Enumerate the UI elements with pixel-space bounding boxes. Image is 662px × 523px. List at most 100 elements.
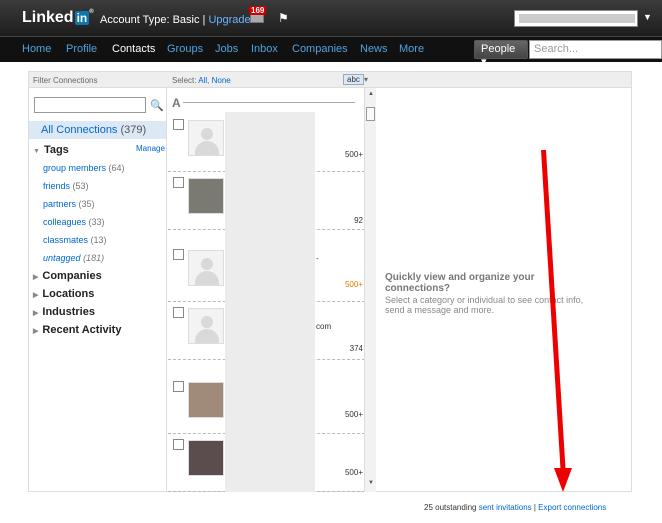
search-icon[interactable]: 🔍 <box>150 99 164 112</box>
connections-panel: Filter Connections Select: All, None abc… <box>28 71 632 492</box>
redacted-names-column <box>225 112 315 492</box>
nav-companies[interactable]: Companies <box>292 43 348 55</box>
tag-item[interactable]: friends (53) <box>43 181 89 191</box>
export-connections-link[interactable]: Export connections <box>538 503 606 512</box>
section-companies[interactable]: ▶ Companies <box>33 270 102 282</box>
triangle-down-icon: ▼ <box>33 148 40 155</box>
logo-in: in <box>74 11 90 25</box>
manage-tags-link[interactable]: Manage <box>136 144 165 153</box>
filter-input[interactable] <box>34 97 146 113</box>
tag-name: colleagues <box>43 217 87 227</box>
tag-item[interactable]: group members (64) <box>43 163 125 173</box>
scroll-down-icon[interactable]: ▼ <box>368 480 374 486</box>
avatar-body <box>195 329 219 343</box>
select-none-link[interactable]: None <box>212 76 231 85</box>
scrollbar-thumb[interactable] <box>366 107 375 121</box>
connection-count: 374 <box>349 344 363 353</box>
main-nav: Home Profile Contacts Groups Jobs Inbox … <box>0 36 662 68</box>
top-bar: Linked in ® Account Type: Basic | Upgrade … <box>0 0 662 36</box>
logo-text: Linked <box>22 9 74 26</box>
connection-count: 500+ <box>344 280 363 289</box>
detail-title: Quickly view and organize your connectio… <box>385 272 535 294</box>
triangle-right-icon: ▶ <box>33 292 39 299</box>
avatar-head <box>201 258 213 270</box>
avatar-body <box>195 271 219 285</box>
tag-name: classmates <box>43 235 89 245</box>
letter-divider <box>183 102 355 103</box>
all-connections-item[interactable]: All Connections (379) <box>29 121 166 139</box>
tag-count: (33) <box>88 217 105 227</box>
sort-chevron-icon[interactable]: ▾ <box>364 75 368 84</box>
chevron-down-icon[interactable]: ▼ <box>643 12 652 22</box>
avatar[interactable] <box>188 250 224 286</box>
annotation-arrow-head <box>554 468 572 492</box>
tag-item[interactable]: partners (35) <box>43 199 95 209</box>
select-checkbox[interactable] <box>173 177 184 188</box>
scroll-up-icon[interactable]: ▲ <box>368 91 374 97</box>
tags-toggle[interactable]: ▼ Tags <box>33 144 69 156</box>
select-checkbox[interactable] <box>173 381 184 392</box>
flag-icon[interactable]: ⚑ <box>278 11 289 25</box>
inbox-badge: 169 <box>249 6 267 15</box>
nav-news[interactable]: News <box>360 43 388 55</box>
tag-item[interactable]: classmates (13) <box>43 235 107 245</box>
upgrade-link[interactable]: Upgrade <box>208 14 250 26</box>
connection-count: 500+ <box>344 410 363 419</box>
panel-header: Filter Connections Select: All, None abc… <box>29 72 631 88</box>
all-connections-count: (379) <box>120 124 147 136</box>
connection-count: 92 <box>354 216 363 225</box>
connections-list: A 500+ 92 - 500+ com 374 500+ 500+ ▲ ▼ <box>168 88 377 492</box>
sort-abc-button[interactable]: abc <box>343 74 364 85</box>
tag-name: partners <box>43 199 77 209</box>
avatar[interactable] <box>188 440 224 476</box>
nav-inbox[interactable]: Inbox <box>251 43 278 55</box>
tag-name: friends <box>43 181 71 191</box>
nav-profile[interactable]: Profile <box>66 43 97 55</box>
tags-label: Tags <box>43 144 69 156</box>
triangle-right-icon: ▶ <box>33 310 39 317</box>
nav-home[interactable]: Home <box>22 43 51 55</box>
tag-count: (53) <box>72 181 89 191</box>
select-checkbox[interactable] <box>173 307 184 318</box>
tag-count: (35) <box>78 199 95 209</box>
detail-pane: Quickly view and organize your connectio… <box>379 88 631 492</box>
all-connections-label: All Connections <box>41 124 118 136</box>
tag-count: (181) <box>83 253 105 263</box>
section-industries[interactable]: ▶ Industries <box>33 306 95 318</box>
avatar[interactable] <box>188 178 224 214</box>
avatar[interactable] <box>188 308 224 344</box>
tag-name: group members <box>43 163 107 173</box>
select-checkbox[interactable] <box>173 119 184 130</box>
select-label: Select: <box>172 76 199 85</box>
section-locations[interactable]: ▶ Locations <box>33 288 94 300</box>
user-menu-field[interactable] <box>514 10 638 27</box>
avatar-head <box>201 128 213 140</box>
tag-count: (64) <box>108 163 125 173</box>
nav-jobs[interactable]: Jobs <box>215 43 238 55</box>
sent-invitations-link[interactable]: sent invitations <box>479 503 532 512</box>
select-checkbox[interactable] <box>173 249 184 260</box>
avatar[interactable] <box>188 120 224 156</box>
select-all-link[interactable]: All <box>198 76 207 85</box>
select-checkbox[interactable] <box>173 439 184 450</box>
tag-name: untagged <box>43 253 81 263</box>
logo-registered: ® <box>89 9 94 15</box>
section-recent-activity[interactable]: ▶ Recent Activity <box>33 324 121 336</box>
people-search-type-button[interactable]: People ▾ <box>474 40 528 68</box>
footer-links: 25 outstanding sent invitations | Export… <box>424 503 606 512</box>
nav-groups[interactable]: Groups <box>167 43 203 55</box>
section-label: Industries <box>42 306 95 318</box>
triangle-right-icon: ▶ <box>33 274 39 281</box>
tag-item[interactable]: untagged (181) <box>43 253 104 263</box>
nav-more[interactable]: More <box>399 43 424 55</box>
linkedin-logo[interactable]: Linked in ® <box>22 9 94 27</box>
connection-count: 500+ <box>344 468 363 477</box>
tag-item[interactable]: colleagues (33) <box>43 217 105 227</box>
search-input[interactable]: Search... <box>529 40 662 59</box>
letter-heading: A <box>172 96 181 110</box>
scrollbar[interactable]: ▲ ▼ <box>364 88 376 492</box>
avatar-head <box>201 316 213 328</box>
avatar[interactable] <box>188 382 224 418</box>
account-type-label: Account Type: Basic | <box>100 14 209 26</box>
nav-contacts[interactable]: Contacts <box>112 43 155 55</box>
